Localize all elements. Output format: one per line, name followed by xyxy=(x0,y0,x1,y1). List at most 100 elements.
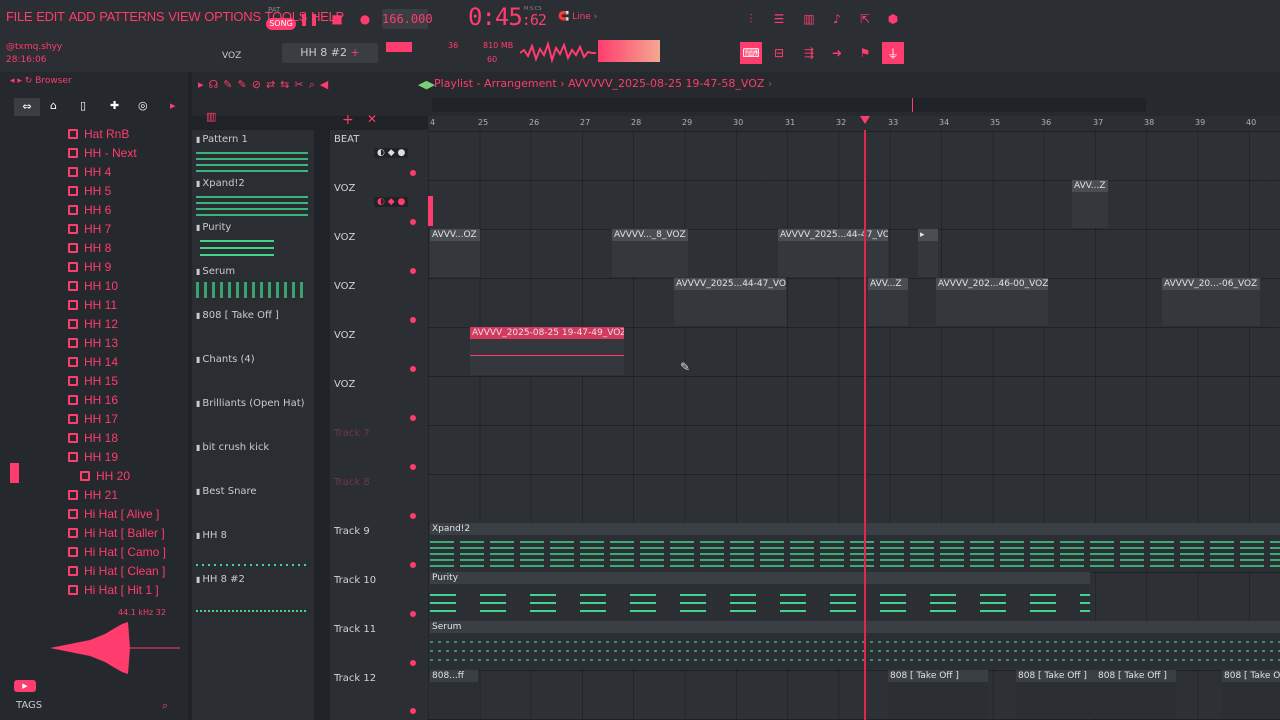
list-item[interactable]: Hi Hat [ Clean ] xyxy=(68,561,165,580)
audio-clip[interactable]: AVV...Z xyxy=(1072,180,1108,228)
track-mute-dot[interactable] xyxy=(410,513,416,519)
pattern-item[interactable]: Chants (4) xyxy=(192,352,312,396)
list-item[interactable]: HH 7 xyxy=(68,219,111,238)
pattern-item[interactable]: Brilliants (Open Hat) xyxy=(192,396,312,440)
browser-icon[interactable]: ⇱ xyxy=(854,8,876,30)
track-mute-dot[interactable] xyxy=(410,317,416,323)
scroll-icon[interactable]: ⇶ xyxy=(798,42,820,64)
menu-view[interactable]: VIEW xyxy=(168,9,200,24)
pattern-item[interactable]: HH 8 #2 xyxy=(192,572,312,616)
mixer-icon[interactable]: ⫶ xyxy=(740,8,762,30)
pattern-clip[interactable]: 808...ff xyxy=(430,670,478,718)
arrow-right-icon[interactable]: ➜ xyxy=(826,42,848,64)
typing-keyboard-icon[interactable]: ⌨ xyxy=(740,42,762,64)
list-item[interactable]: HH 18 xyxy=(68,428,118,447)
performance-icon[interactable]: ⏚ xyxy=(882,42,904,64)
pattern-clip[interactable]: 808 [ Take Off ] xyxy=(1222,670,1280,718)
list-item[interactable]: HH 13 xyxy=(68,333,118,352)
patterns-icon[interactable]: ▥ xyxy=(206,110,216,123)
list-item[interactable]: Hi Hat [ Camo ] xyxy=(68,542,166,561)
track-name[interactable]: VOZ xyxy=(334,281,355,292)
track-mute-dot[interactable] xyxy=(410,611,416,617)
track-name[interactable]: Track 10 xyxy=(334,575,376,586)
browser-all-icon[interactable]: ⇔ xyxy=(14,98,40,116)
track-controls[interactable]: ◐ ◆ ● xyxy=(374,197,409,207)
add-track-icon[interactable]: + xyxy=(342,112,354,128)
plugin-icon[interactable]: ⬢ xyxy=(882,8,904,30)
list-item[interactable]: HH 12 xyxy=(68,314,118,333)
channel-rack-icon[interactable]: ☰ xyxy=(768,8,790,30)
playhead-marker[interactable] xyxy=(860,116,870,124)
snap-selector[interactable]: 🧲 Line › xyxy=(558,12,628,26)
list-item[interactable]: HH 9 xyxy=(68,257,111,276)
list-item[interactable]: HH 4 xyxy=(68,162,111,181)
add-pattern-icon[interactable]: + xyxy=(351,46,360,59)
list-item[interactable]: HH 19 xyxy=(68,447,118,466)
audio-clip[interactable]: AVVVV_20...-06_VOZ xyxy=(1162,278,1260,326)
audio-clip[interactable]: AVVV...OZ xyxy=(430,229,480,277)
track-name[interactable]: BEAT xyxy=(334,134,359,145)
plugin-browser-icon[interactable]: ✚ xyxy=(110,99,119,112)
track-mute-dot[interactable] xyxy=(410,219,416,225)
list-item[interactable]: HH 11 xyxy=(68,295,117,314)
track-name[interactable]: Track 8 xyxy=(334,477,370,488)
pattern-item[interactable]: Xpand!2 xyxy=(192,176,312,220)
list-item[interactable]: HH 8 xyxy=(68,238,111,257)
playhead-line[interactable] xyxy=(864,130,866,720)
pattern-item[interactable]: 808 [ Take Off ] xyxy=(192,308,312,352)
track-mute-dot[interactable] xyxy=(410,170,416,176)
pattern-item[interactable]: Best Snare xyxy=(192,484,312,528)
playlist-icon[interactable]: ♪ xyxy=(826,8,848,30)
audio-clip-selected[interactable]: AVVVV_2025-08-25 19-47-49_VOZ xyxy=(470,327,624,375)
folder-icon[interactable]: ⌂ xyxy=(50,99,57,112)
pattern-clip[interactable]: 808 [ Take Off ] xyxy=(888,670,988,718)
track-controls[interactable]: ◐ ◆ ● xyxy=(374,148,409,158)
track-name[interactable]: VOZ xyxy=(334,183,355,194)
pattern-item[interactable]: Serum xyxy=(192,264,312,308)
chevron-right-icon[interactable]: ▸ xyxy=(170,99,176,112)
pause-icon[interactable]: ❚❚ xyxy=(298,8,320,30)
track-name[interactable]: VOZ xyxy=(334,330,355,341)
track-name[interactable]: Track 9 xyxy=(334,526,370,537)
track-name[interactable]: Track 7 xyxy=(334,428,370,439)
piano-roll-icon[interactable]: ▥ xyxy=(798,8,820,30)
playlist-grid[interactable]: AVV...Z AVVV...OZ AVVVV..._8_VOZ AVVVV_2… xyxy=(428,130,1280,720)
menu-file[interactable]: FILE xyxy=(6,9,33,24)
step-edit-icon[interactable]: ⊟ xyxy=(768,42,790,64)
list-item[interactable]: Hi Hat [ Hit 1 ] xyxy=(68,580,159,599)
pattern-clip-row[interactable]: Purity xyxy=(430,572,1090,620)
file-icon[interactable]: ▯ xyxy=(80,99,86,112)
list-item[interactable]: HH 14 xyxy=(68,352,118,371)
list-item[interactable]: HH 21 xyxy=(68,485,118,504)
pattern-selector[interactable]: HH 8 #2 + xyxy=(282,43,378,63)
track-mute-dot[interactable] xyxy=(410,415,416,421)
list-item-selected[interactable]: HH 20 xyxy=(80,466,130,485)
pattern-item[interactable]: Pattern 1 xyxy=(192,132,312,176)
list-item[interactable]: HH 6 xyxy=(68,200,111,219)
pattern-item[interactable]: Purity xyxy=(192,220,312,264)
track-mute-dot[interactable] xyxy=(410,366,416,372)
track-name[interactable]: Track 11 xyxy=(334,624,376,635)
list-item[interactable]: HH 5 xyxy=(68,181,111,200)
timeline-ruler[interactable]: 4 25 26 27 28 29 30 31 32 33 34 35 36 37… xyxy=(428,116,1280,130)
menu-options[interactable]: OPTIONS xyxy=(204,9,261,24)
list-item[interactable]: HH 10 xyxy=(68,276,118,295)
pattern-clip-row[interactable]: Serum xyxy=(430,621,1280,669)
stop-icon[interactable]: ■ xyxy=(326,8,348,30)
metronome-icon[interactable]: ⚑ xyxy=(854,42,876,64)
track-mute-dot[interactable] xyxy=(410,268,416,274)
list-item[interactable]: Hat RnB xyxy=(68,124,129,143)
pattern-clip[interactable]: 808 [ Take Off ] xyxy=(1016,670,1096,718)
horizontal-scrollbar[interactable] xyxy=(432,98,1146,112)
list-item[interactable]: Hi Hat [ Baller ] xyxy=(68,523,165,542)
list-item[interactable]: HH - Next xyxy=(68,143,137,162)
menu-add[interactable]: ADD xyxy=(69,9,96,24)
track-mute-dot[interactable] xyxy=(410,708,416,714)
menu-patterns[interactable]: PATTERNS xyxy=(99,9,164,24)
close-icon[interactable]: ✕ xyxy=(367,112,377,126)
track-mute-dot[interactable] xyxy=(410,660,416,666)
pattern-clip-row[interactable]: Xpand!2 xyxy=(430,523,1280,571)
track-name[interactable]: VOZ xyxy=(334,232,355,243)
audio-clip[interactable]: AVVVV..._8_VOZ xyxy=(612,229,688,277)
audio-clip[interactable]: AVVVV_202...46-00_VOZ xyxy=(936,278,1048,326)
